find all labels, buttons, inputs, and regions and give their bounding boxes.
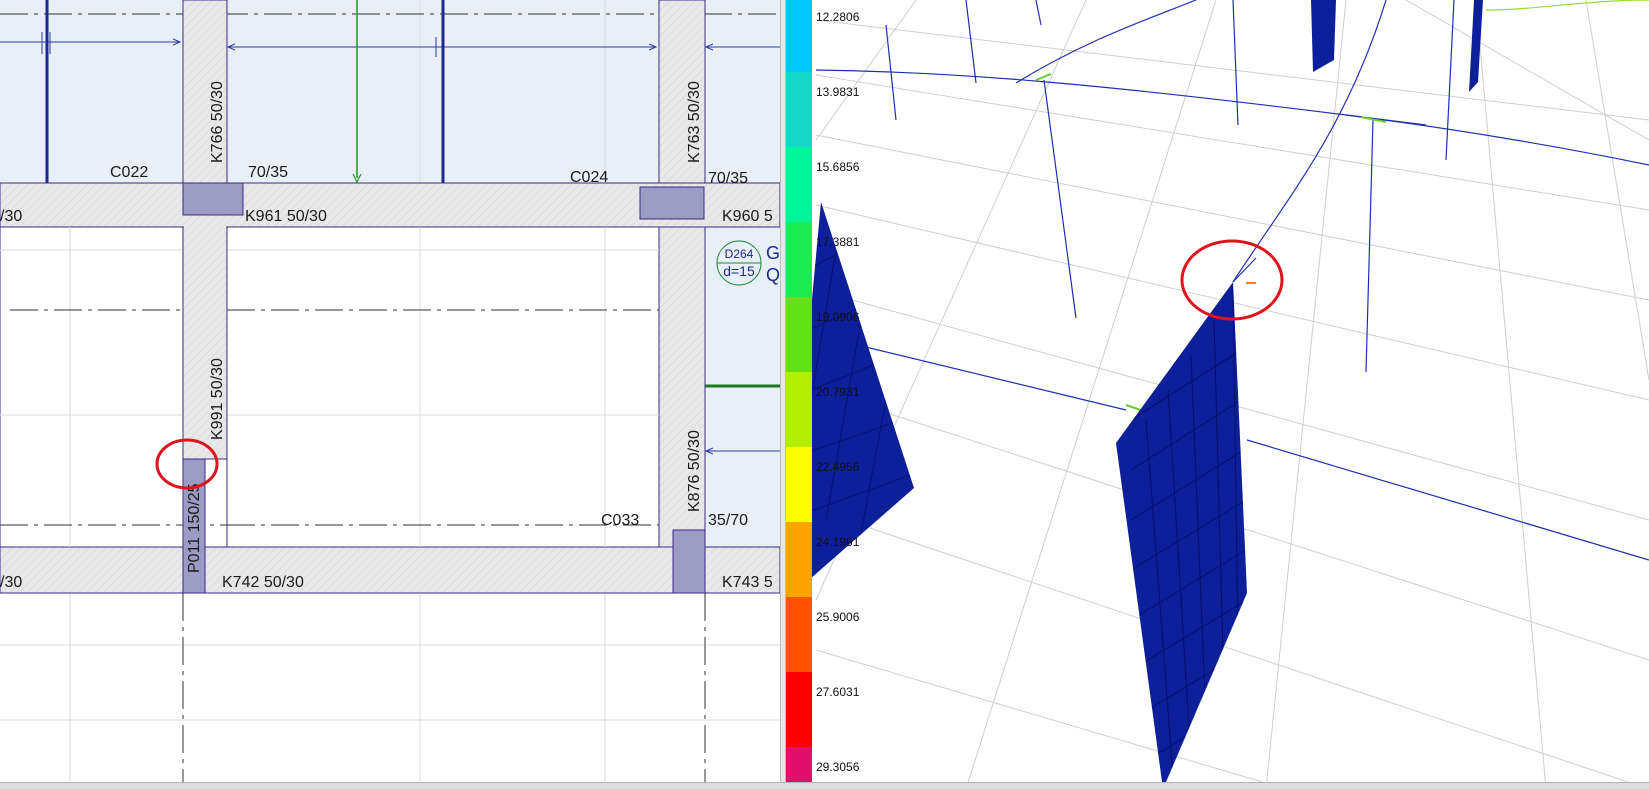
load-label-g: G: [766, 243, 780, 263]
beam-label-k766: K766 50/30: [209, 81, 226, 163]
frame-member-highlight: [1485, 0, 1649, 11]
slab-panel[interactable]: [226, 226, 660, 548]
beam-label-k763: K763 50/30: [686, 81, 703, 163]
legend-tick-label: 13.9831: [816, 85, 860, 99]
beam-label-partial: /30: [0, 208, 22, 225]
3d-model-canvas[interactable]: [786, 0, 1649, 789]
wall-panel-small[interactable]: [1311, 0, 1336, 72]
beam-label-k876: K876 50/30: [686, 430, 703, 512]
legend-tick-label: 25.9006: [816, 610, 860, 624]
legend-band: [786, 297, 812, 372]
legend-band: [786, 72, 812, 147]
legend-band: [786, 522, 812, 597]
status-strip: [0, 782, 1649, 789]
slab-label-c022: C022: [110, 164, 148, 181]
beam-label-k743: K743 5: [722, 574, 773, 591]
slab-id: D264: [725, 247, 754, 261]
legend-tick-label: 12.2806: [816, 10, 860, 24]
legend-band: [786, 447, 812, 522]
legend-tick-label: 27.6031: [816, 685, 860, 699]
3d-view[interactable]: 12.2806 13.9831 15.6856 17.3881 19.0906 20.79…: [786, 0, 1649, 789]
legend-tick-label: 19.0906: [816, 310, 860, 324]
legend-tick-label: 29.3056: [816, 760, 860, 774]
column-size-label: 70/35: [248, 164, 288, 181]
legend-tick-label: 20.7931: [816, 385, 860, 399]
column-size-label: 70/35: [708, 170, 748, 187]
column-70-35[interactable]: [182, 182, 244, 216]
legend-band: [786, 672, 812, 747]
slab-panel[interactable]: [0, 226, 184, 548]
beam-k742[interactable]: [0, 546, 780, 594]
floor-plan-canvas[interactable]: D264 d=15 G Q K766 50/30 K763 50/30 C022…: [0, 0, 780, 789]
legend-tick-label: 17.3881: [816, 235, 860, 249]
plan-view[interactable]: D264 d=15 G Q K766 50/30 K763 50/30 C022…: [0, 0, 780, 789]
beam-label-k960: K960 5: [722, 208, 773, 225]
slab-label-c033: C033: [601, 512, 639, 529]
wall-panel-center[interactable]: [1116, 282, 1247, 789]
color-scale-legend: 12.2806 13.9831 15.6856 17.3881 19.0906 20.79…: [786, 0, 860, 789]
legend-band: [786, 222, 812, 297]
legend-band: [786, 147, 812, 222]
slab-bay: [705, 0, 780, 183]
beam-label-partial: /30: [0, 574, 22, 591]
legend-tick-label: 15.6856: [816, 160, 860, 174]
legend-band: [786, 0, 812, 72]
beam-label-k961: K961 50/30: [245, 208, 327, 225]
slab-label-c024: C024: [570, 169, 608, 186]
column-label-p011: P011 150/25: [186, 483, 203, 573]
slab-thickness: d=15: [723, 263, 755, 279]
legend-tick-label: 24.1981: [816, 535, 860, 549]
legend-band: [786, 597, 812, 672]
support-marker: [1035, 73, 1052, 81]
joint-mask: [184, 226, 226, 228]
legend-tick-label: 22.4956: [816, 460, 860, 474]
slab-bay: [0, 0, 183, 183]
beam-label-k991: K991 50/30: [209, 358, 226, 440]
wall-panel-small[interactable]: [1469, 0, 1483, 92]
column-35-70[interactable]: [672, 529, 706, 594]
load-label-q: Q: [766, 265, 780, 285]
legend-band: [786, 372, 812, 447]
beam-label-k742: K742 50/30: [222, 574, 304, 591]
column-size-label: 35/70: [708, 512, 748, 529]
column-70-35[interactable]: [639, 186, 705, 220]
